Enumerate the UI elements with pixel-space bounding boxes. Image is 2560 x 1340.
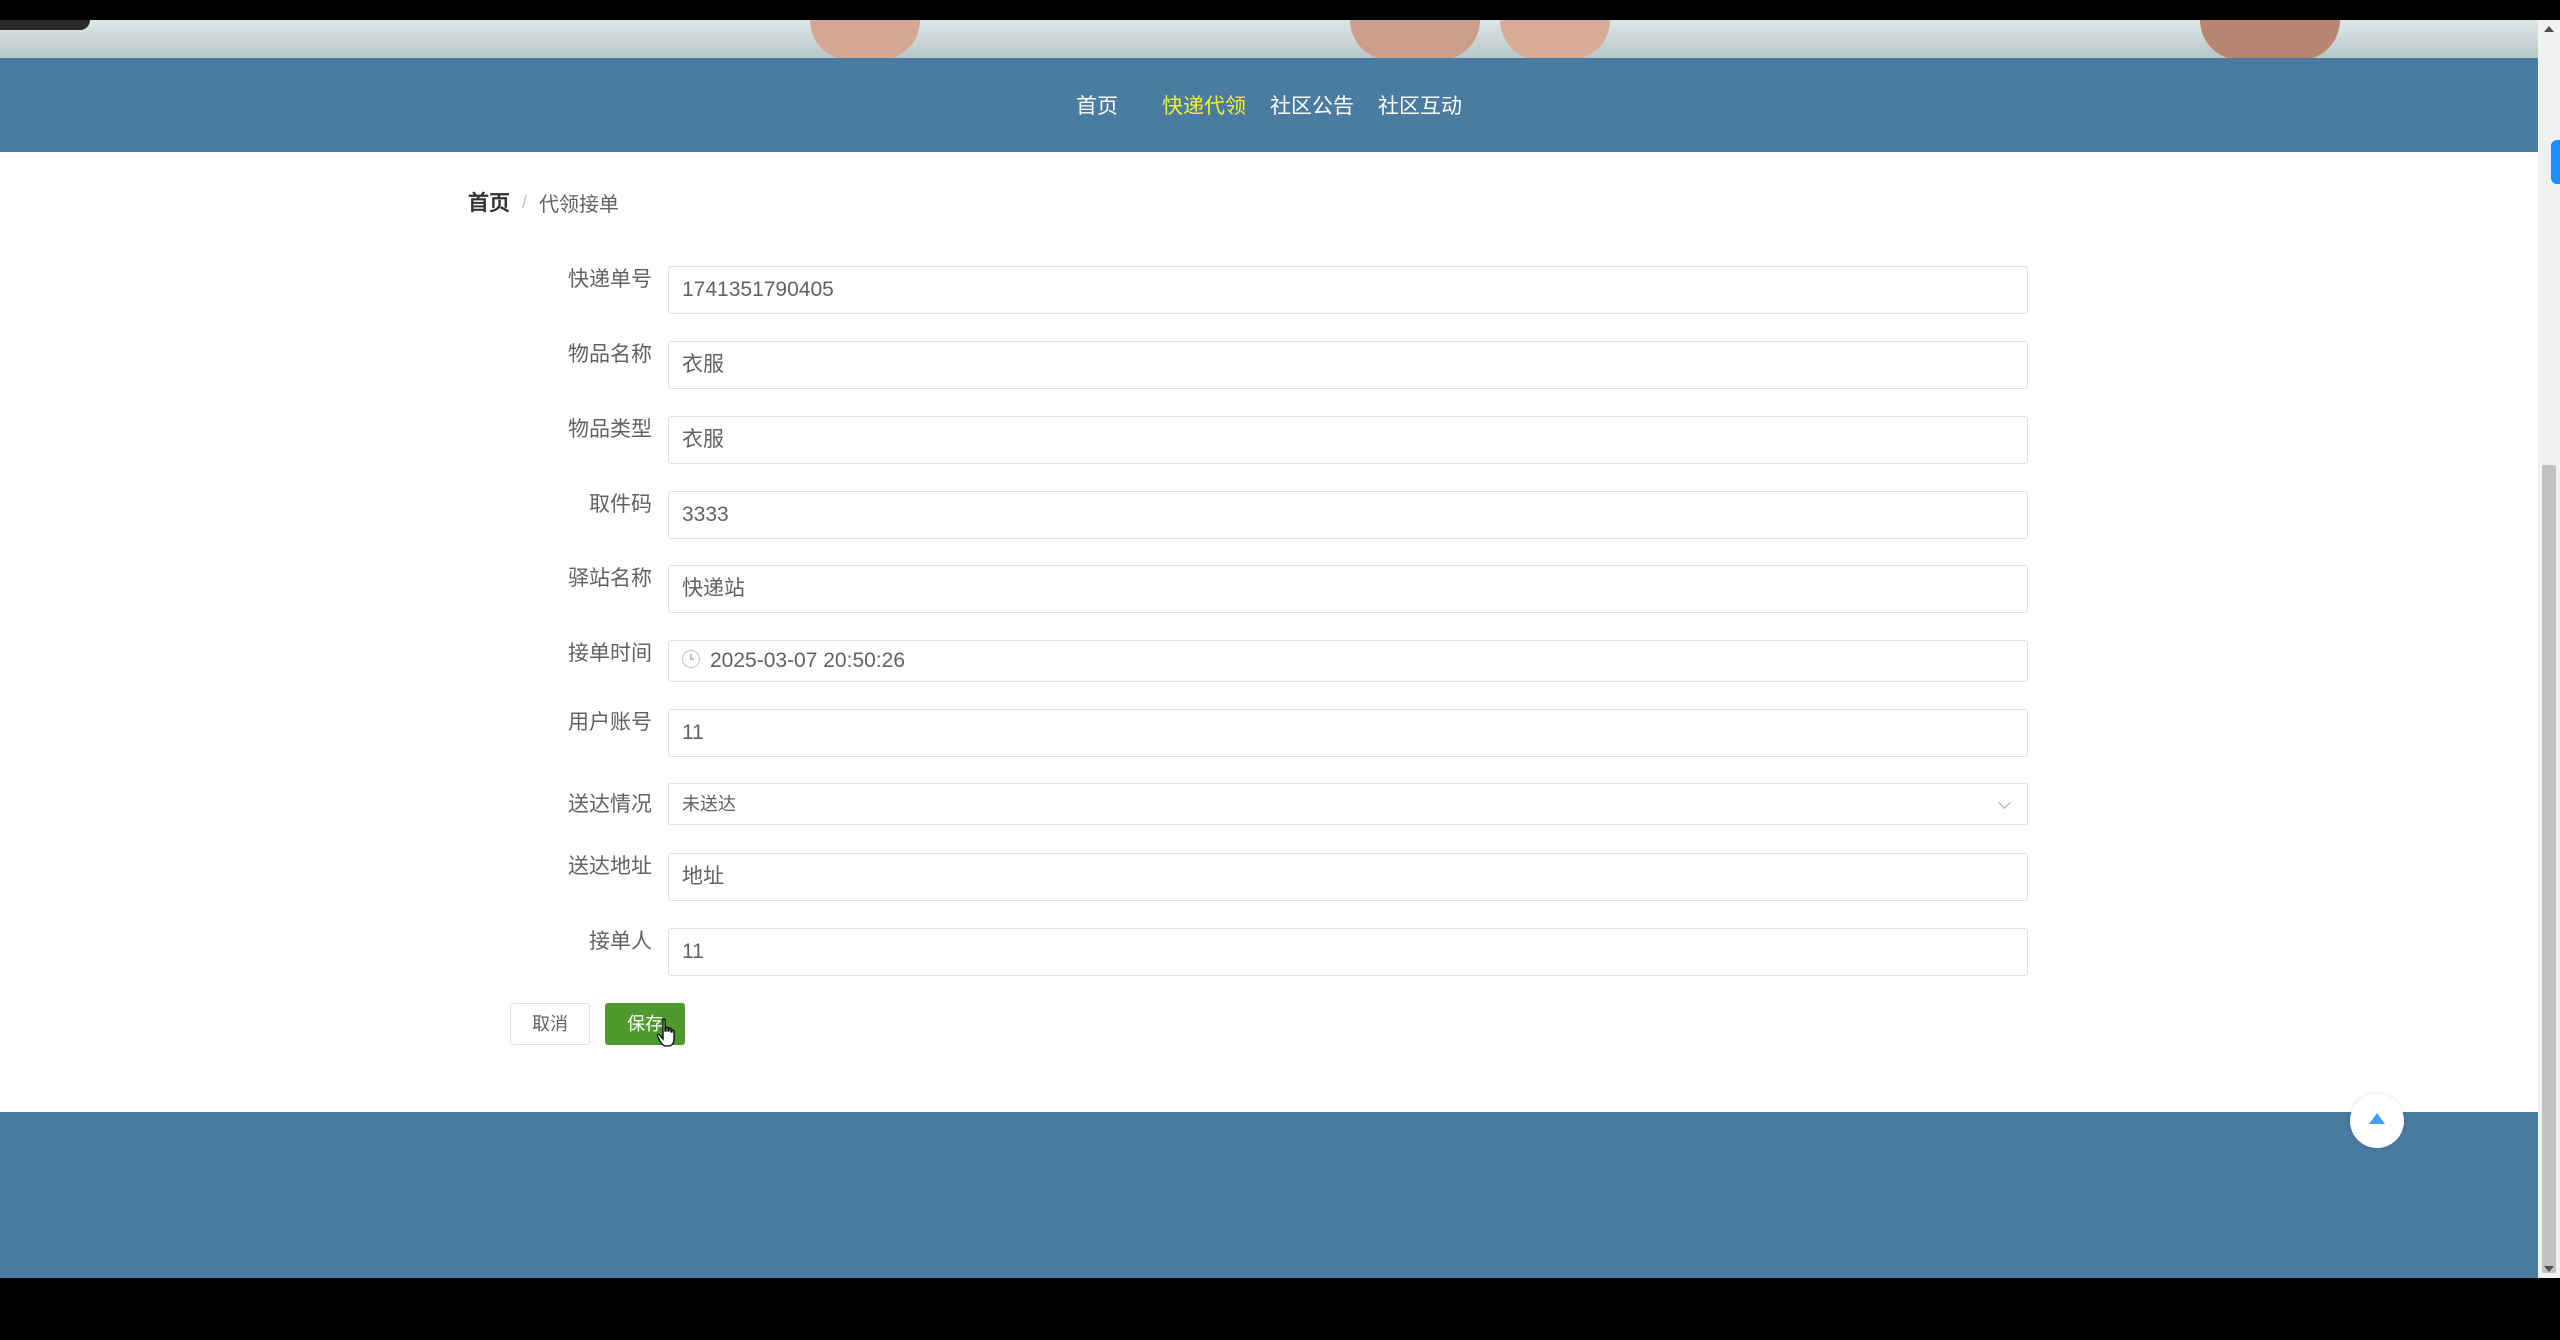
form-row-station-name: 驿站名称 快递站 [500,565,2030,613]
form-row-tracking-number: 快递单号 1741351790405 [500,266,2030,314]
form-row-courier: 接单人 11 [500,928,2030,976]
user-account-field[interactable]: 11 [668,709,2028,757]
caret-up-icon [2369,1113,2385,1124]
order-time-label: 接单时间 [568,642,652,665]
nav-item-community-notice[interactable]: 社区公告 [1270,90,1354,120]
form-row-user-account: 用户账号 11 [500,709,2030,757]
order-time-picker[interactable]: 2025-03-07 20:50:26 [668,640,2028,682]
nav-item-home[interactable]: 首页 [1076,90,1118,120]
delivery-address-field[interactable]: 地址 [668,853,2028,901]
form-row-delivery-address: 送达地址 地址 [500,853,2030,901]
chevron-down-icon [1998,796,2011,809]
user-account-label: 用户账号 [568,711,652,734]
scrollbar-thumb[interactable] [2542,465,2556,1273]
main-navbar: 首页 快递代领 社区公告 社区互动 [0,58,2538,152]
delivery-address-label: 送达地址 [568,855,652,878]
delivery-status-label: 送达情况 [568,793,652,816]
pickup-code-label: 取件码 [589,493,652,516]
side-floating-tab[interactable] [2551,140,2560,184]
station-name-label: 驿站名称 [568,567,652,590]
breadcrumb-separator: / [522,191,528,212]
page-scrollbar[interactable] [2538,20,2560,1278]
footer [0,1112,2538,1278]
clock-icon [682,650,700,669]
hero-banner-image [0,20,2538,58]
hand-cursor-icon [656,1018,675,1047]
back-to-top-button[interactable] [2350,1094,2404,1148]
order-time-value: 2025-03-07 20:50:26 [710,649,905,672]
form-row-item-name: 物品名称 衣服 [500,341,2030,389]
scroll-up-arrow-icon[interactable] [2544,26,2554,32]
tracking-number-label: 快递单号 [568,268,652,291]
form-row-delivery-status: 送达情况 未送达 [500,783,2030,831]
pickup-code-field[interactable]: 3333 [668,491,2028,539]
delivery-status-value: 未送达 [682,794,736,814]
form-row-item-type: 物品类型 衣服 [500,416,2030,464]
courier-label: 接单人 [589,930,652,953]
breadcrumb-home-link[interactable]: 首页 [468,187,510,217]
scroll-down-arrow-icon[interactable] [2544,1266,2554,1272]
cancel-button[interactable]: 取消 [510,1003,590,1045]
form-row-pickup-code: 取件码 3333 [500,491,2030,539]
item-type-field[interactable]: 衣服 [668,416,2028,464]
item-type-label: 物品类型 [568,418,652,441]
nav-item-community-interaction[interactable]: 社区互动 [1378,90,1462,120]
courier-field[interactable]: 11 [668,928,2028,976]
delivery-status-select[interactable]: 未送达 [668,783,2028,825]
form-row-order-time: 接单时间 2025-03-07 20:50:26 [500,640,2030,688]
tracking-number-field[interactable]: 1741351790405 [668,266,2028,314]
item-name-label: 物品名称 [568,343,652,366]
breadcrumb-current: 代领接单 [539,193,620,216]
item-name-field[interactable]: 衣服 [668,341,2028,389]
nav-item-express-pickup[interactable]: 快递代领 [1162,90,1246,120]
page: 首页 快递代领 社区公告 社区互动 首页 / 代领接单 快递单号 1741351… [0,20,2538,1278]
station-name-field[interactable]: 快递站 [668,565,2028,613]
breadcrumb: 首页 / 代领接单 [468,187,619,217]
